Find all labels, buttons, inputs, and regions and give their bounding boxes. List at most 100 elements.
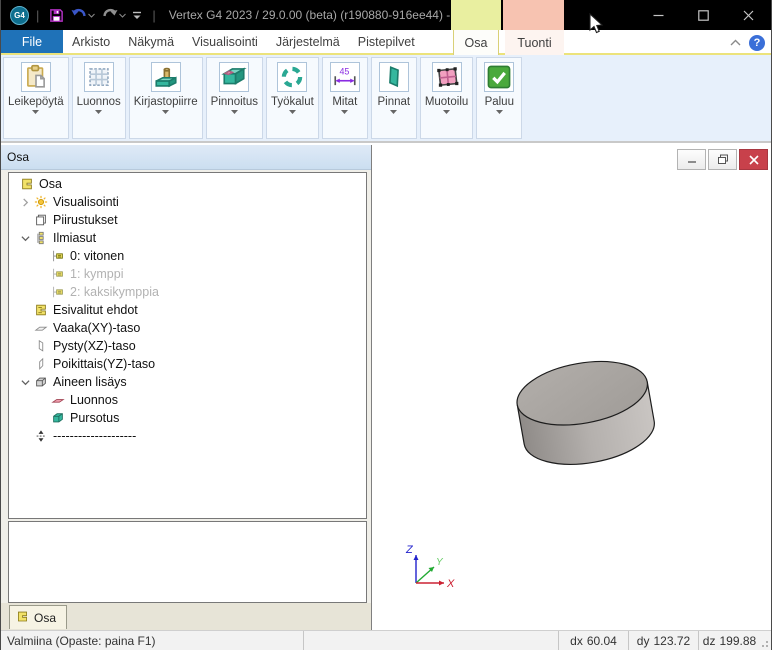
collapse-ribbon-icon[interactable] <box>730 39 741 46</box>
panel-title: Osa <box>7 150 29 164</box>
tab-pistepilvet[interactable]: Pistepilvet <box>349 30 424 53</box>
ribbon-button-label: Paluu <box>485 96 514 108</box>
dropdown-arrow-icon[interactable] <box>95 110 102 114</box>
tree-item-label: -------------------- <box>53 429 136 443</box>
tree-item-label: Aineen lisäys <box>53 375 127 389</box>
part-icon <box>20 177 37 191</box>
tree-item-kymppi[interactable]: 1: kymppi <box>9 265 366 283</box>
material-add-icon <box>34 375 51 389</box>
status-dx: dx60.04 <box>558 631 628 650</box>
customize-quick-access-button[interactable] <box>132 11 142 20</box>
tree-item-osa[interactable]: Osa <box>9 175 366 193</box>
document-restore-button[interactable] <box>708 149 737 170</box>
document-minimize-button[interactable] <box>677 149 706 170</box>
chevron-down-icon[interactable] <box>17 378 34 387</box>
dropdown-arrow-icon[interactable] <box>341 110 348 114</box>
tab-visualisointi[interactable]: Visualisointi <box>183 30 267 53</box>
dropdown-arrow-icon[interactable] <box>390 110 397 114</box>
resize-grip[interactable] <box>759 638 769 648</box>
tree-item-label: Pursotus <box>70 411 119 425</box>
tree-item-label: Luonnos <box>70 393 118 407</box>
tree-item-pysty-xz-taso[interactable]: Pysty(XZ)-taso <box>9 337 366 355</box>
3d-viewport[interactable]: Z Y X <box>372 145 771 630</box>
tree-item-label: 2: kaksikymppia <box>70 285 159 299</box>
tab-file[interactable]: File <box>1 30 63 53</box>
ribbon-button-label: Leikepöytä <box>8 96 64 108</box>
tab-osa[interactable]: Osa <box>453 30 499 55</box>
ribbon-button-luonnos[interactable]: Luonnos <box>72 57 126 139</box>
tab-arkisto[interactable]: Arkisto <box>63 30 119 53</box>
axis-triad: Z Y X <box>400 541 464 598</box>
tree-item-aineen-lisays[interactable]: Aineen lisäys <box>9 373 366 391</box>
dropdown-arrow-icon[interactable] <box>32 110 39 114</box>
extrude-icon <box>51 411 68 425</box>
ribbon-button-label: Muotoilu <box>425 96 468 108</box>
dropdown-arrow-icon[interactable] <box>443 110 450 114</box>
z-axis-label: Z <box>405 544 414 556</box>
document-close-button[interactable] <box>739 149 768 170</box>
configuration-instance-icon <box>51 249 68 263</box>
ribbon-button-leikepoyta[interactable]: Leikepöytä <box>3 57 69 139</box>
tab-jarjestelma[interactable]: Järjestelmä <box>267 30 349 53</box>
maximize-button[interactable] <box>681 0 726 30</box>
save-button[interactable] <box>49 8 64 23</box>
tree-item-label: Piirustukset <box>53 213 118 227</box>
ribbon-button-mitat[interactable]: 45 Mitat <box>322 57 368 139</box>
tree-item-vaaka-xy-taso[interactable]: Vaaka(XY)-taso <box>9 319 366 337</box>
tree-item-piirustukset[interactable]: Piirustukset <box>9 211 366 229</box>
tree-item-esivalitut-ehdot[interactable]: Esivalitut ehdot <box>9 301 366 319</box>
model-tree-panel: Osa Osa Visualisointi Piirustukset <box>1 145 372 630</box>
tree-item-label: Ilmiasut <box>53 231 96 245</box>
tree-item-luonnos[interactable]: Luonnos <box>9 391 366 409</box>
minimize-button[interactable] <box>636 0 681 30</box>
tree-item-poikittais-yz-taso[interactable]: Poikittais(YZ)-taso <box>9 355 366 373</box>
tree-item-label: Osa <box>39 177 62 191</box>
panel-tab-strip: Osa <box>1 603 371 630</box>
tree-item-label: 0: vitonen <box>70 249 124 263</box>
chevron-right-icon[interactable] <box>17 198 34 207</box>
dropdown-arrow-icon[interactable] <box>162 110 169 114</box>
tree-item-label: 1: kymppi <box>70 267 124 281</box>
surface-icon <box>379 62 409 92</box>
chevron-down-icon[interactable] <box>17 234 34 243</box>
window-title: Vertex G4 2023 / 29.0.00 (beta) (r190880… <box>169 8 488 22</box>
dropdown-arrow-icon[interactable] <box>496 110 503 114</box>
help-button[interactable]: ? <box>749 35 765 51</box>
plane-xz-icon <box>34 339 51 353</box>
tree-item-visualisointi[interactable]: Visualisointi <box>9 193 366 211</box>
divider: | <box>36 8 39 23</box>
dropdown-arrow-icon[interactable] <box>289 110 296 114</box>
tab-nakyma[interactable]: Näkymä <box>119 30 183 53</box>
ribbon-button-muotoilu[interactable]: Muotoilu <box>420 57 473 139</box>
tree-item-vitonen[interactable]: 0: vitonen <box>9 247 366 265</box>
sketch-icon <box>51 393 68 407</box>
cylinder-model[interactable] <box>508 351 663 481</box>
undo-icon <box>70 8 88 23</box>
tree-item-kaksikymppia[interactable]: 2: kaksikymppia <box>9 283 366 301</box>
ribbon-button-pinnoitus[interactable]: Pinnoitus <box>206 57 263 139</box>
restore-icon <box>717 154 729 165</box>
panel-header: Osa <box>1 145 371 170</box>
tab-tuonti[interactable]: Tuonti <box>505 30 564 55</box>
minimize-icon <box>653 10 664 21</box>
tree-item-ilmiasut[interactable]: Ilmiasut <box>9 229 366 247</box>
ribbon-button-paluu[interactable]: Paluu <box>476 57 522 139</box>
close-window-button[interactable] <box>726 0 771 30</box>
tree-item-label: Esivalitut ehdot <box>53 303 138 317</box>
panel-tab-osa[interactable]: Osa <box>9 605 67 629</box>
undo-button[interactable] <box>70 8 95 23</box>
feature-tree[interactable]: Osa Visualisointi Piirustukset Ilmiasut <box>8 172 367 519</box>
plane-yz-icon <box>34 357 51 371</box>
ribbon-button-pinnat[interactable]: Pinnat <box>371 57 417 139</box>
ribbon-button-kirjastopiirre[interactable]: Kirjastopiirre <box>129 57 203 139</box>
close-icon <box>743 10 754 21</box>
app-logo-icon[interactable]: G4 <box>10 6 29 25</box>
configurations-icon <box>34 231 51 245</box>
ribbon-button-tyokalut[interactable]: Työkalut <box>266 57 319 139</box>
dropdown-arrow-icon[interactable] <box>231 110 238 114</box>
tree-item-pursotus[interactable]: Pursotus <box>9 409 366 427</box>
tree-item-insert-marker[interactable]: -------------------- <box>9 427 366 445</box>
dimension-icon: 45 <box>330 62 360 92</box>
preselected-conditions-icon <box>34 303 51 317</box>
redo-button[interactable] <box>101 8 126 23</box>
